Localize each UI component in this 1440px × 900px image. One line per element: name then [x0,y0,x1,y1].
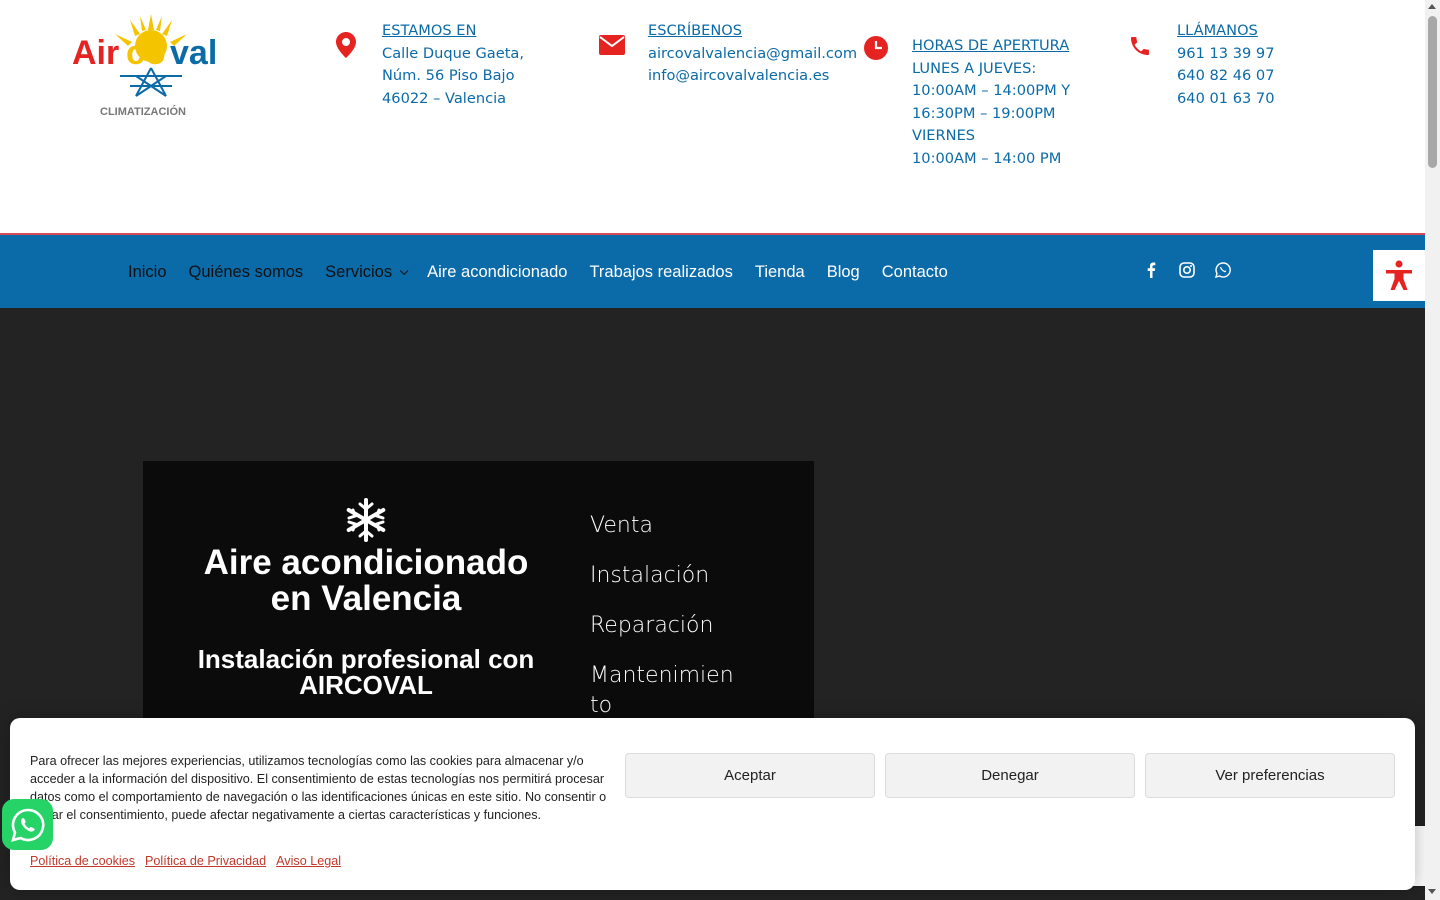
privacy-policy-link[interactable]: Política de Privacidad [145,854,266,868]
svg-text:co: co [126,34,166,72]
scrollbar-thumb[interactable] [1428,16,1437,168]
svg-text:Air: Air [72,34,119,72]
service-item-mantenimiento: Mantenimiento [590,663,734,718]
nav-item-quienes-somos[interactable]: Quiénes somos [189,263,304,282]
address-line-1: Calle Duque Gaeta, [382,44,525,62]
nav-item-blog[interactable]: Blog [827,263,860,282]
cookie-policy-link[interactable]: Política de cookies [30,854,135,868]
vertical-scrollbar[interactable] [1425,0,1440,900]
hero-title: Aire acondicionado en Valencia [203,543,529,618]
service-item-venta: Venta [590,513,653,538]
envelope-icon [594,35,630,71]
preferences-button[interactable]: Ver preferencias [1145,753,1395,798]
map-pin-icon [328,32,364,68]
legal-notice-link[interactable]: Aviso Legal [276,854,341,868]
main-navigation: Inicio Quiénes somos Servicios Aire acon… [0,233,1425,308]
scroll-down-arrow-icon[interactable] [1428,889,1436,894]
hours-line-1: LUNES A JUEVES: [912,59,1037,77]
accessibility-icon [1386,260,1412,290]
phone-link-1[interactable]: 961 13 39 97 [1177,43,1274,66]
nav-item-tienda[interactable]: Tienda [755,263,805,282]
accessibility-button[interactable] [1373,250,1425,301]
hours-line-4: VIERNES [912,127,976,144]
service-list: Venta Instalación Reparación Mantenimien… [590,511,740,741]
deny-button[interactable]: Denegar [885,753,1135,798]
scroll-up-arrow-icon[interactable] [1428,4,1436,9]
nav-item-contacto[interactable]: Contacto [882,263,948,282]
accept-button[interactable]: Aceptar [625,753,875,798]
email-title-link[interactable]: ESCRÍBENOS [648,20,857,43]
email-link-2[interactable]: info@aircovalvalencia.es [648,65,857,88]
hours-line-5: 10:00AM – 14:00 PM [912,149,1062,167]
email-block: ESCRÍBENOS aircovalvalencia@gmail.com in… [594,20,857,88]
nav-item-inicio[interactable]: Inicio [128,263,167,282]
snowflake-icon [346,498,386,542]
nav-item-servicios[interactable]: Servicios [325,263,409,282]
whatsapp-chat-button[interactable] [2,799,53,850]
service-item-reparacion: Reparación [590,613,714,638]
whatsapp-icon[interactable] [1214,261,1232,279]
site-header: Air co val CLIMATIZACIÓN ESTAMOS EN Call… [0,0,1425,233]
email-link-1[interactable]: aircovalvalencia@gmail.com [648,43,857,66]
location-title-link[interactable]: ESTAMOS EN [382,20,524,43]
instagram-icon[interactable] [1178,261,1196,279]
cookie-links: Política de cookies Política de Privacid… [30,854,341,868]
location-block: ESTAMOS EN Calle Duque Gaeta, Núm. 56 Pi… [328,20,524,110]
phone-title-link[interactable]: LLÁMANOS [1177,20,1274,43]
address-line-2: Núm. 56 Piso Bajo [382,67,515,84]
hours-line-3: 16:30PM – 19:00PM [912,104,1056,122]
whatsapp-logo-icon [10,808,44,842]
hero-subtitle: Instalación profesional con AIRCOVAL [197,644,535,700]
svg-text:val: val [170,34,217,72]
nav-item-trabajos-realizados[interactable]: Trabajos realizados [589,263,732,282]
phone-link-3[interactable]: 640 01 63 70 [1177,88,1274,111]
hours-line-2: 10:00AM – 14:00PM Y [912,82,1071,99]
svg-text:CLIMATIZACIÓN: CLIMATIZACIÓN [100,105,186,118]
phone-icon [1122,34,1158,70]
chevron-down-icon [399,266,409,275]
hours-title-link[interactable]: HORAS DE APERTURA [912,35,1070,58]
hours-block: HORAS DE APERTURA LUNES A JUEVES: 10:00A… [858,35,1070,170]
cookie-consent-banner: Para ofrecer las mejores experiencias, u… [10,718,1415,890]
aircoval-logo[interactable]: Air co val CLIMATIZACIÓN [70,12,232,120]
phone-block: LLÁMANOS 961 13 39 97 640 82 46 07 640 0… [1122,20,1274,110]
hero-box: Aire acondicionado en Valencia Instalaci… [143,461,814,761]
service-item-instalacion: Instalación [590,563,710,588]
cookie-message: Para ofrecer las mejores experiencias, u… [30,754,607,822]
nav-item-servicios-label: Servicios [325,263,393,281]
nav-item-aire-acondicionado[interactable]: Aire acondicionado [427,263,567,282]
clock-icon [858,35,894,71]
phone-link-2[interactable]: 640 82 46 07 [1177,65,1274,88]
social-links [1142,261,1232,279]
facebook-icon[interactable] [1142,261,1160,279]
address-line-3: 46022 – Valencia [382,89,507,107]
page: Air co val CLIMATIZACIÓN ESTAMOS EN Call… [0,0,1440,900]
